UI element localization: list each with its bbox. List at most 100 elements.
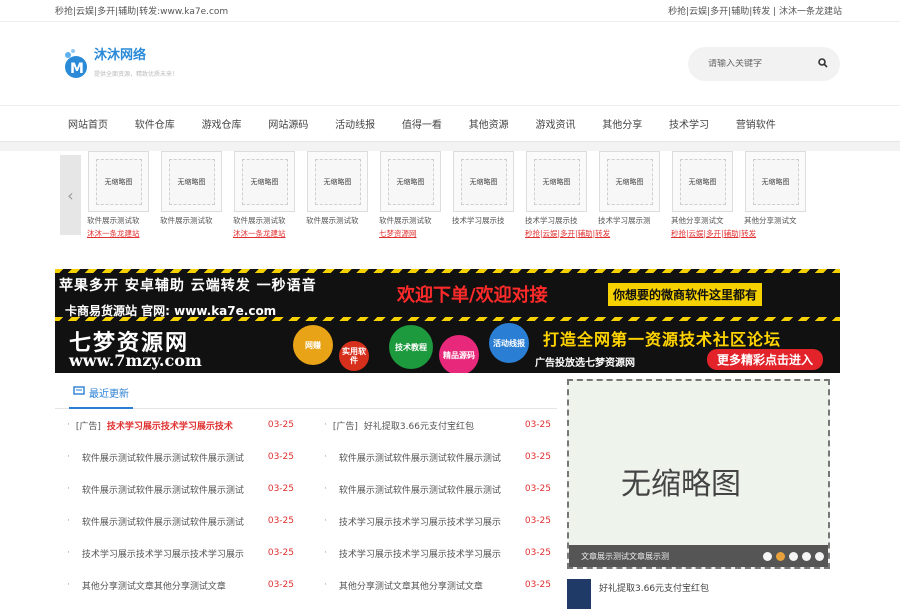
ad-banner-7mzy[interactable]: 七梦资源网 www.7mzy.com 网赚 实用软件 技术教程 精品源码 活动线… (55, 321, 840, 373)
item-title[interactable]: 技术学习展示技术学习展示技术 (107, 419, 233, 432)
nav-item-software[interactable]: 软件仓库 (121, 116, 188, 131)
thumbnail-placeholder: 无缩略图 (679, 158, 726, 205)
thumbnail-caption[interactable]: 技术学习展示测 (598, 215, 664, 226)
item-title[interactable]: 技术学习展示技术学习展示技术学习展示 (82, 547, 244, 560)
thumbnail-card[interactable]: 无缩略图 软件展示测试软 沐沐一条龙建站 (233, 151, 306, 255)
thumbnail-list: 无缩略图 软件展示测试软 沐沐一条龙建站 无缩略图 软件展示测试软 无缩略图 软件… (81, 151, 817, 255)
thumbnail-caption[interactable]: 软件展示测试软 (160, 215, 226, 226)
list-item[interactable]: · 软件展示测试软件展示测试软件展示测试 03-25 (67, 473, 300, 505)
thumbnail-card[interactable]: 无缩略图 技术学习展示技 (452, 151, 525, 255)
item-date: 03-25 (524, 452, 551, 462)
thumbnail-card[interactable]: 无缩略图 软件展示测试软 (306, 151, 379, 255)
thumbnail-link[interactable]: 七梦资源网 (379, 228, 452, 238)
slider-dot[interactable] (763, 551, 772, 561)
carousel-prev-button[interactable]: ‹ (60, 155, 81, 235)
thumbnail-image: 无缩略图 (380, 151, 441, 212)
nav-item-marketing[interactable]: 营销软件 (722, 116, 789, 131)
site-logo[interactable]: M 沐沐网络 提供全面资源，精致优质未来！ (62, 47, 178, 81)
thumbnail-caption[interactable]: 其他分享测试文 (744, 215, 810, 226)
main-content: 最近更新 · [广告] 技术学习展示技术学习展示技术 03-25 · [广告] 好礼提取3.… (55, 379, 840, 609)
item-title[interactable]: 软件展示测试软件展示测试软件展示测试 (339, 451, 501, 464)
list-item[interactable]: · [广告] 好礼提取3.66元支付宝红包 03-25 (324, 409, 557, 441)
thumbnail-placeholder: 无缩略图 (314, 158, 361, 205)
item-title[interactable]: 软件展示测试软件展示测试软件展示测试 (82, 451, 244, 464)
bubble-badge: 技术教程 (389, 325, 433, 369)
slider-dot[interactable] (776, 551, 785, 561)
thumbnail-link[interactable] (306, 228, 379, 238)
tab-bar: 最近更新 (55, 379, 557, 409)
thumbnail-card[interactable]: 无缩略图 技术学习展示测 (598, 151, 671, 255)
item-title[interactable]: 软件展示测试软件展示测试软件展示测试 (82, 515, 244, 528)
thumbnail-caption[interactable]: 软件展示测试软 (233, 215, 299, 226)
side-news-item[interactable]: 好礼提取3.66元支付宝红包 (567, 579, 830, 609)
list-item[interactable]: · 软件展示测试软件展示测试软件展示测试 03-25 (324, 441, 557, 473)
list-item[interactable]: · 技术学习展示技术学习展示技术学习展示 03-25 (324, 537, 557, 569)
item-title[interactable]: 技术学习展示技术学习展示技术学习展示 (339, 547, 501, 560)
list-item[interactable]: · 其他分享测试文章其他分享测试文章 03-25 (67, 569, 300, 601)
thumbnail-placeholder: 无缩略图 (752, 158, 799, 205)
thumbnail-caption[interactable]: 技术学习展示技 (525, 215, 591, 226)
thumbnail-link[interactable]: 秒抢|云娱|多开|辅助|转发 (525, 228, 610, 238)
list-item[interactable]: · 技术学习展示技术学习展示技术学习展示 03-25 (67, 537, 300, 569)
nav-item-worth-seeing[interactable]: 值得一看 (389, 116, 456, 131)
thumbnail-caption[interactable]: 其他分享测试文 (671, 215, 737, 226)
banner-more-button[interactable]: 更多精彩点击进入 (707, 349, 824, 370)
search-input[interactable] (708, 58, 808, 69)
tab-latest-updates[interactable]: 最近更新 (69, 379, 133, 409)
nav-item-other-resources[interactable]: 其他资源 (455, 116, 522, 131)
nav-item-tech-learning[interactable]: 技术学习 (656, 116, 723, 131)
thumbnail-card[interactable]: 无缩略图 软件展示测试软 沐沐一条龙建站 (87, 151, 160, 255)
thumbnail-link[interactable] (452, 228, 525, 238)
thumbnail-card[interactable]: 无缩略图 软件展示测试软 七梦资源网 (379, 151, 452, 255)
slider-dot[interactable] (789, 551, 798, 561)
search-icon[interactable] (818, 57, 828, 71)
thumbnail-card[interactable]: 无缩略图 其他分享测试文 秒抢|云娱|多开|辅助|转发 (671, 151, 756, 255)
list-item[interactable]: · 其他分享测试文章其他分享测试文章 03-25 (324, 569, 557, 601)
item-title[interactable]: 好礼提取3.66元支付宝红包 (364, 419, 474, 432)
banner-welcome: 欢迎下单/欢迎对接 (397, 285, 548, 306)
item-date: 03-25 (267, 452, 294, 462)
item-prefix: [广告] (332, 421, 358, 432)
nav-item-games[interactable]: 游戏仓库 (188, 116, 255, 131)
list-item[interactable]: · 软件展示测试软件展示测试软件展示测试 03-25 (67, 505, 300, 537)
thumbnail-link[interactable] (744, 228, 817, 238)
list-item[interactable]: · 技术学习展示技术学习展示技术学习展示 03-25 (324, 505, 557, 537)
list-item[interactable]: · [广告] 技术学习展示技术学习展示技术 03-25 (67, 409, 300, 441)
bullet: · (324, 452, 327, 462)
thumbnail-link[interactable]: 沐沐一条龙建站 (87, 228, 160, 238)
item-title[interactable]: 软件展示测试软件展示测试软件展示测试 (339, 483, 501, 496)
thumbnail-card[interactable]: 无缩略图 技术学习展示技 秒抢|云娱|多开|辅助|转发 (525, 151, 610, 255)
banner-site: 卡商易货源站 官网: www.ka7e.com (65, 304, 277, 318)
list-item[interactable]: · 软件展示测试软件展示测试软件展示测试 03-25 (67, 441, 300, 473)
thumbnail-card[interactable]: 无缩略图 其他分享测试文 (744, 151, 817, 255)
item-title[interactable]: 其他分享测试文章其他分享测试文章 (339, 579, 483, 592)
featured-slider[interactable]: 无缩略图 文章展示测试文章展示测 (567, 379, 830, 569)
thumbnail-link[interactable]: 秒抢|云娱|多开|辅助|转发 (671, 228, 756, 238)
thumbnail-caption[interactable]: 软件展示测试软 (306, 215, 372, 226)
top-bar-right-text[interactable]: 秒抢|云娱|多开|辅助|转发 | 沐沐一条龙建站 (668, 4, 842, 17)
item-title[interactable]: 其他分享测试文章其他分享测试文章 (82, 579, 226, 592)
nav-item-activities[interactable]: 活动线报 (322, 116, 389, 131)
list-item[interactable]: · 软件展示测试软件展示测试软件展示测试 03-25 (324, 473, 557, 505)
thumbnail-caption[interactable]: 软件展示测试软 (379, 215, 445, 226)
thumbnail-caption[interactable]: 软件展示测试软 (87, 215, 153, 226)
nav-item-home[interactable]: 网站首页 (55, 116, 121, 131)
bullet: · (67, 420, 70, 430)
thumbnail-link[interactable] (160, 228, 233, 238)
nav-item-other-share[interactable]: 其他分享 (589, 116, 656, 131)
top-bar-left-text[interactable]: 秒抢|云娱|多开|辅助|转发:www.ka7e.com (55, 4, 228, 17)
thumbnail-caption[interactable]: 技术学习展示技 (452, 215, 518, 226)
thumbnail-placeholder: 无缩略图 (533, 158, 580, 205)
nav-item-game-news[interactable]: 游戏资讯 (522, 116, 589, 131)
nav-item-source-code[interactable]: 网站源码 (255, 116, 322, 131)
thumbnail-card[interactable]: 无缩略图 软件展示测试软 (160, 151, 233, 255)
ad-banner-ka7e[interactable]: 苹果多开 安卓辅助 云端转发 一秒语音 卡商易货源站 官网: www.ka7e.… (55, 269, 840, 321)
slider-dot[interactable] (802, 551, 811, 561)
slider-dot[interactable] (815, 551, 824, 561)
thumbnail-link[interactable] (598, 228, 671, 238)
search-box (688, 46, 840, 81)
latest-updates-panel: 最近更新 · [广告] 技术学习展示技术学习展示技术 03-25 · [广告] 好礼提取3.… (55, 379, 557, 609)
thumbnail-link[interactable]: 沐沐一条龙建站 (233, 228, 306, 238)
item-title[interactable]: 技术学习展示技术学习展示技术学习展示 (339, 515, 501, 528)
item-title[interactable]: 软件展示测试软件展示测试软件展示测试 (82, 483, 244, 496)
